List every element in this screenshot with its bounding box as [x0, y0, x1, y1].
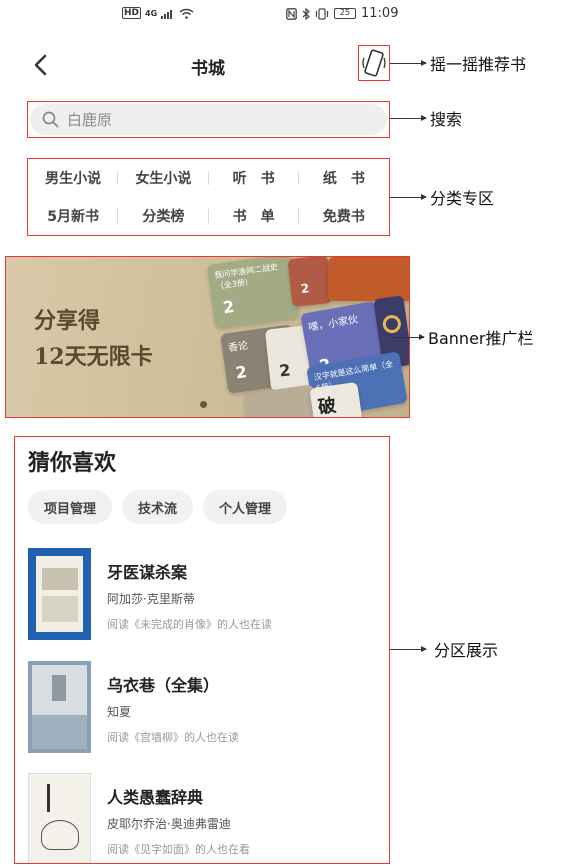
page-title: 书城: [191, 59, 225, 79]
wifi-icon: [179, 8, 194, 19]
annotation-arrow: [390, 645, 427, 652]
banner-line-2: 12天无限卡: [34, 344, 153, 370]
banner-book-card: 我问学渔网二战史（全3册） 2: [206, 257, 300, 329]
section-title: 猜你喜欢: [28, 450, 117, 476]
search-input[interactable]: [67, 110, 347, 129]
banner-card-title: 破: [316, 395, 338, 418]
annotation-arrow: [390, 114, 427, 121]
annotation-search: 搜索: [390, 108, 463, 129]
tag-personal-management[interactable]: 个人管理: [203, 490, 288, 524]
banner-book-card: 破: [309, 381, 363, 418]
book-cover: [28, 548, 91, 640]
search-field[interactable]: [30, 104, 387, 135]
hd-badge: HD: [122, 7, 142, 19]
banner-card-number: 2: [234, 362, 249, 383]
banner-page-indicator: [200, 401, 207, 408]
book-cover: [28, 773, 91, 863]
annotation-label: 搜索: [430, 110, 463, 129]
signal-label: 4G: [145, 8, 158, 18]
top-nav-bar: 书城: [0, 40, 410, 90]
tag-project-management[interactable]: 项目管理: [28, 490, 113, 524]
book-author: 知夏: [107, 705, 132, 719]
annotation-label: 分类专区: [430, 189, 495, 208]
banner-book-card: 2: [287, 257, 333, 307]
category-booklists[interactable]: 书 单: [209, 197, 300, 235]
status-left: HD 4G: [122, 7, 194, 19]
annotation-shake: 摇一摇推荐书: [390, 53, 527, 74]
signal-icon: [161, 9, 173, 19]
book-item[interactable]: 牙医谋杀案 阿加莎·克里斯蒂 阅读《未完成的肖像》的人也在读: [28, 548, 378, 644]
tag-list: 项目管理 技术流 个人管理: [28, 490, 288, 524]
shake-recommend-button[interactable]: [358, 45, 390, 81]
category-grid: 男生小说 女生小说 听 书 纸 书 5月新书 分类榜 书 单 免费书: [27, 158, 390, 236]
banner-card-title: 我问学渔网二战史（全3册）: [213, 262, 279, 292]
annotation-arrow: [390, 193, 427, 200]
banner-card-number: 2: [278, 360, 292, 381]
banner-line-1: 分享得: [34, 308, 101, 334]
category-rankings[interactable]: 分类榜: [118, 197, 209, 235]
category-new-books[interactable]: 5月新书: [28, 197, 119, 235]
book-author: 阿加莎·克里斯蒂: [107, 592, 195, 606]
search-icon: [42, 111, 59, 128]
nfc-icon: [286, 7, 297, 20]
battery-icon: 25: [334, 8, 356, 19]
book-title: 人类愚蠢辞典: [107, 788, 204, 807]
banner-card-number: 2: [300, 281, 310, 296]
banner-card-title: 香论: [227, 340, 249, 355]
book-item[interactable]: 人类愚蠢辞典 皮耶尔乔治·奥迪弗雷迪 阅读《见字如面》的人也在看: [28, 773, 378, 863]
annotation-categories: 分类专区: [390, 187, 495, 208]
bluetooth-icon: [302, 7, 310, 20]
book-author: 皮耶尔乔治·奥迪弗雷迪: [107, 817, 231, 831]
status-time: 11:09: [361, 6, 399, 21]
annotation-banner: Banner推广栏: [390, 327, 534, 348]
book-title: 乌衣巷（全集）: [107, 676, 220, 695]
promo-banner[interactable]: 分享得 12天无限卡 我问学渔网二战史（全3册） 2 2 香论 2 2 嘿，小家…: [5, 256, 410, 418]
banner-card-number: 2: [221, 296, 236, 318]
category-free-books[interactable]: 免费书: [299, 197, 389, 235]
annotation-sections: 分区展示: [390, 639, 499, 660]
annotation-label: 摇一摇推荐书: [430, 55, 527, 74]
tag-tech[interactable]: 技术流: [122, 490, 194, 524]
category-male-novel[interactable]: 男生小说: [28, 159, 119, 197]
annotation-label: Banner推广栏: [428, 329, 534, 348]
category-paper-book[interactable]: 纸 书: [299, 159, 389, 197]
book-title: 牙医谋杀案: [107, 563, 188, 582]
phone-shake-icon: [362, 49, 386, 77]
annotation-arrow: [390, 333, 425, 340]
book-note: 阅读《未完成的肖像》的人也在读: [107, 618, 272, 631]
search-bar[interactable]: [27, 101, 390, 138]
status-right: 25 11:09: [286, 6, 398, 21]
banner-headline: 分享得 12天无限卡: [34, 303, 153, 375]
status-bar: HD 4G 25 11:09: [0, 0, 410, 28]
book-note: 阅读《见字如面》的人也在看: [107, 843, 250, 856]
category-audiobook[interactable]: 听 书: [209, 159, 300, 197]
banner-card-title: 嘿，小家伙: [307, 314, 359, 334]
vibrate-icon: [315, 7, 329, 20]
book-item[interactable]: 乌衣巷（全集） 知夏 阅读《宫墙柳》的人也在读: [28, 661, 378, 757]
annotation-arrow: [390, 59, 427, 66]
recommend-section: 猜你喜欢 项目管理 技术流 个人管理 牙医谋杀案 阿加莎·克里斯蒂 阅读《未完成…: [14, 436, 390, 864]
category-female-novel[interactable]: 女生小说: [118, 159, 209, 197]
annotation-label: 分区展示: [434, 641, 499, 660]
book-note: 阅读《宫墙柳》的人也在读: [107, 731, 239, 744]
book-cover: [28, 661, 91, 753]
banner-book-card: [328, 257, 409, 301]
